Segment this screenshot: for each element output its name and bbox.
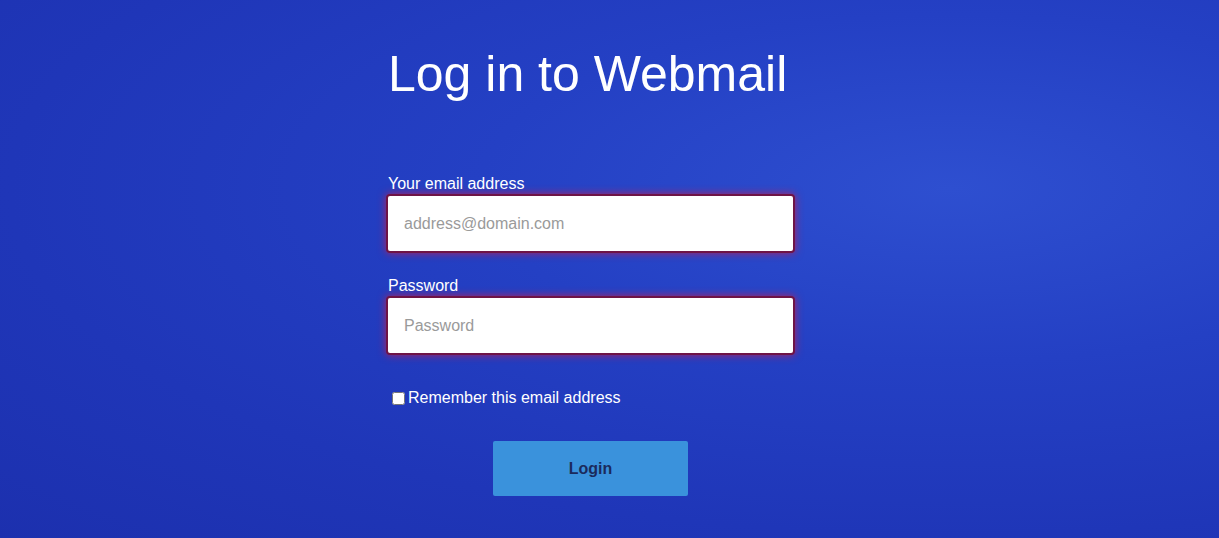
remember-row: Remember this email address: [388, 388, 793, 408]
password-input[interactable]: [388, 298, 793, 353]
remember-checkbox[interactable]: [392, 392, 405, 405]
page-title: Log in to Webmail: [388, 44, 793, 104]
login-page: Log in to Webmail Your email address Passw…: [0, 0, 1219, 538]
button-row: Login: [388, 441, 793, 496]
form-field: Your email address: [388, 174, 793, 251]
field-label: Your email address: [388, 174, 793, 194]
login-form: Log in to Webmail Your email address Passw…: [388, 0, 793, 496]
field-label: Password: [388, 276, 793, 296]
form-field: Password: [388, 276, 793, 353]
remember-label[interactable]: Remember this email address: [408, 388, 621, 408]
email-input[interactable]: [388, 196, 793, 251]
field-group: Your email address Password: [388, 174, 793, 353]
login-button[interactable]: Login: [493, 441, 688, 496]
